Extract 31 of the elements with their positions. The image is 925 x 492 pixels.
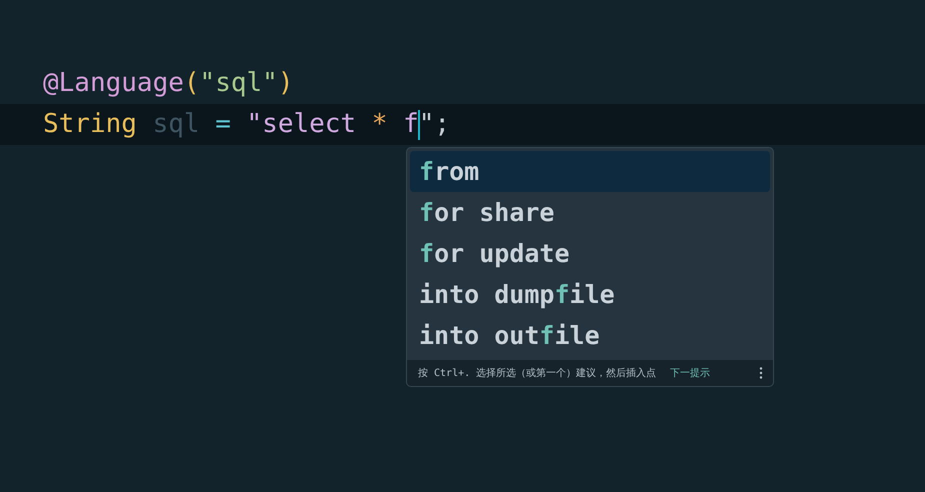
code-token: "select	[246, 108, 358, 141]
completion-item[interactable]: for share	[410, 192, 770, 233]
completion-item[interactable]: into dumpfile	[410, 274, 770, 315]
more-icon[interactable]	[759, 367, 763, 379]
matched-text: f	[419, 157, 434, 186]
completion-text: or update	[434, 239, 570, 268]
code-token: String	[43, 108, 138, 141]
code-token: @Language	[43, 67, 184, 100]
matched-text: f	[419, 239, 434, 268]
code-token: )	[278, 67, 294, 100]
completion-text: ile	[570, 280, 615, 309]
matched-text: f	[419, 198, 434, 227]
matched-text: f	[554, 280, 570, 309]
completion-text: or share	[434, 198, 554, 227]
completion-item[interactable]: for update	[410, 233, 770, 274]
code-token: =	[215, 108, 232, 141]
completion-text: into out	[419, 321, 540, 350]
code-token: ";	[418, 108, 450, 141]
code-token: *	[372, 108, 388, 141]
completion-text: ile	[554, 321, 600, 350]
code-token: (	[184, 67, 200, 100]
matched-text: f	[539, 321, 554, 350]
completion-text: rom	[434, 157, 480, 186]
code-token: "sql"	[200, 67, 278, 100]
completion-item[interactable]: into outfile	[410, 315, 770, 356]
completion-text: into dump	[419, 280, 554, 309]
next-tip-link[interactable]: 下一提示	[670, 366, 710, 380]
hint-text: 按 Ctrl+. 选择所选（或第一个）建议，然后插入点	[418, 366, 656, 380]
completion-item[interactable]: from	[410, 151, 770, 192]
code-token: sql	[152, 108, 201, 141]
code-token: f	[403, 108, 419, 141]
